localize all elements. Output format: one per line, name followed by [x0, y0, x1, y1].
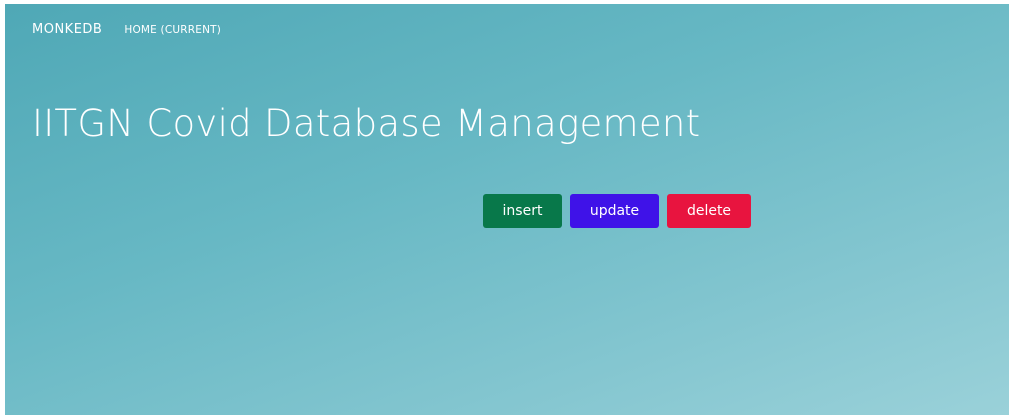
insert-button[interactable]: insert	[483, 194, 562, 228]
page-background: MONKEDB HOME (CURRENT) IITGN Covid Datab…	[5, 4, 1009, 415]
action-buttons: insert update delete	[483, 194, 751, 228]
page-title: IITGN Covid Database Management	[32, 102, 701, 145]
update-button[interactable]: update	[570, 194, 659, 228]
brand-logo[interactable]: MONKEDB	[32, 22, 102, 37]
nav-link-home[interactable]: HOME (CURRENT)	[124, 24, 221, 36]
delete-button[interactable]: delete	[667, 194, 751, 228]
navbar: MONKEDB HOME (CURRENT)	[32, 22, 221, 37]
